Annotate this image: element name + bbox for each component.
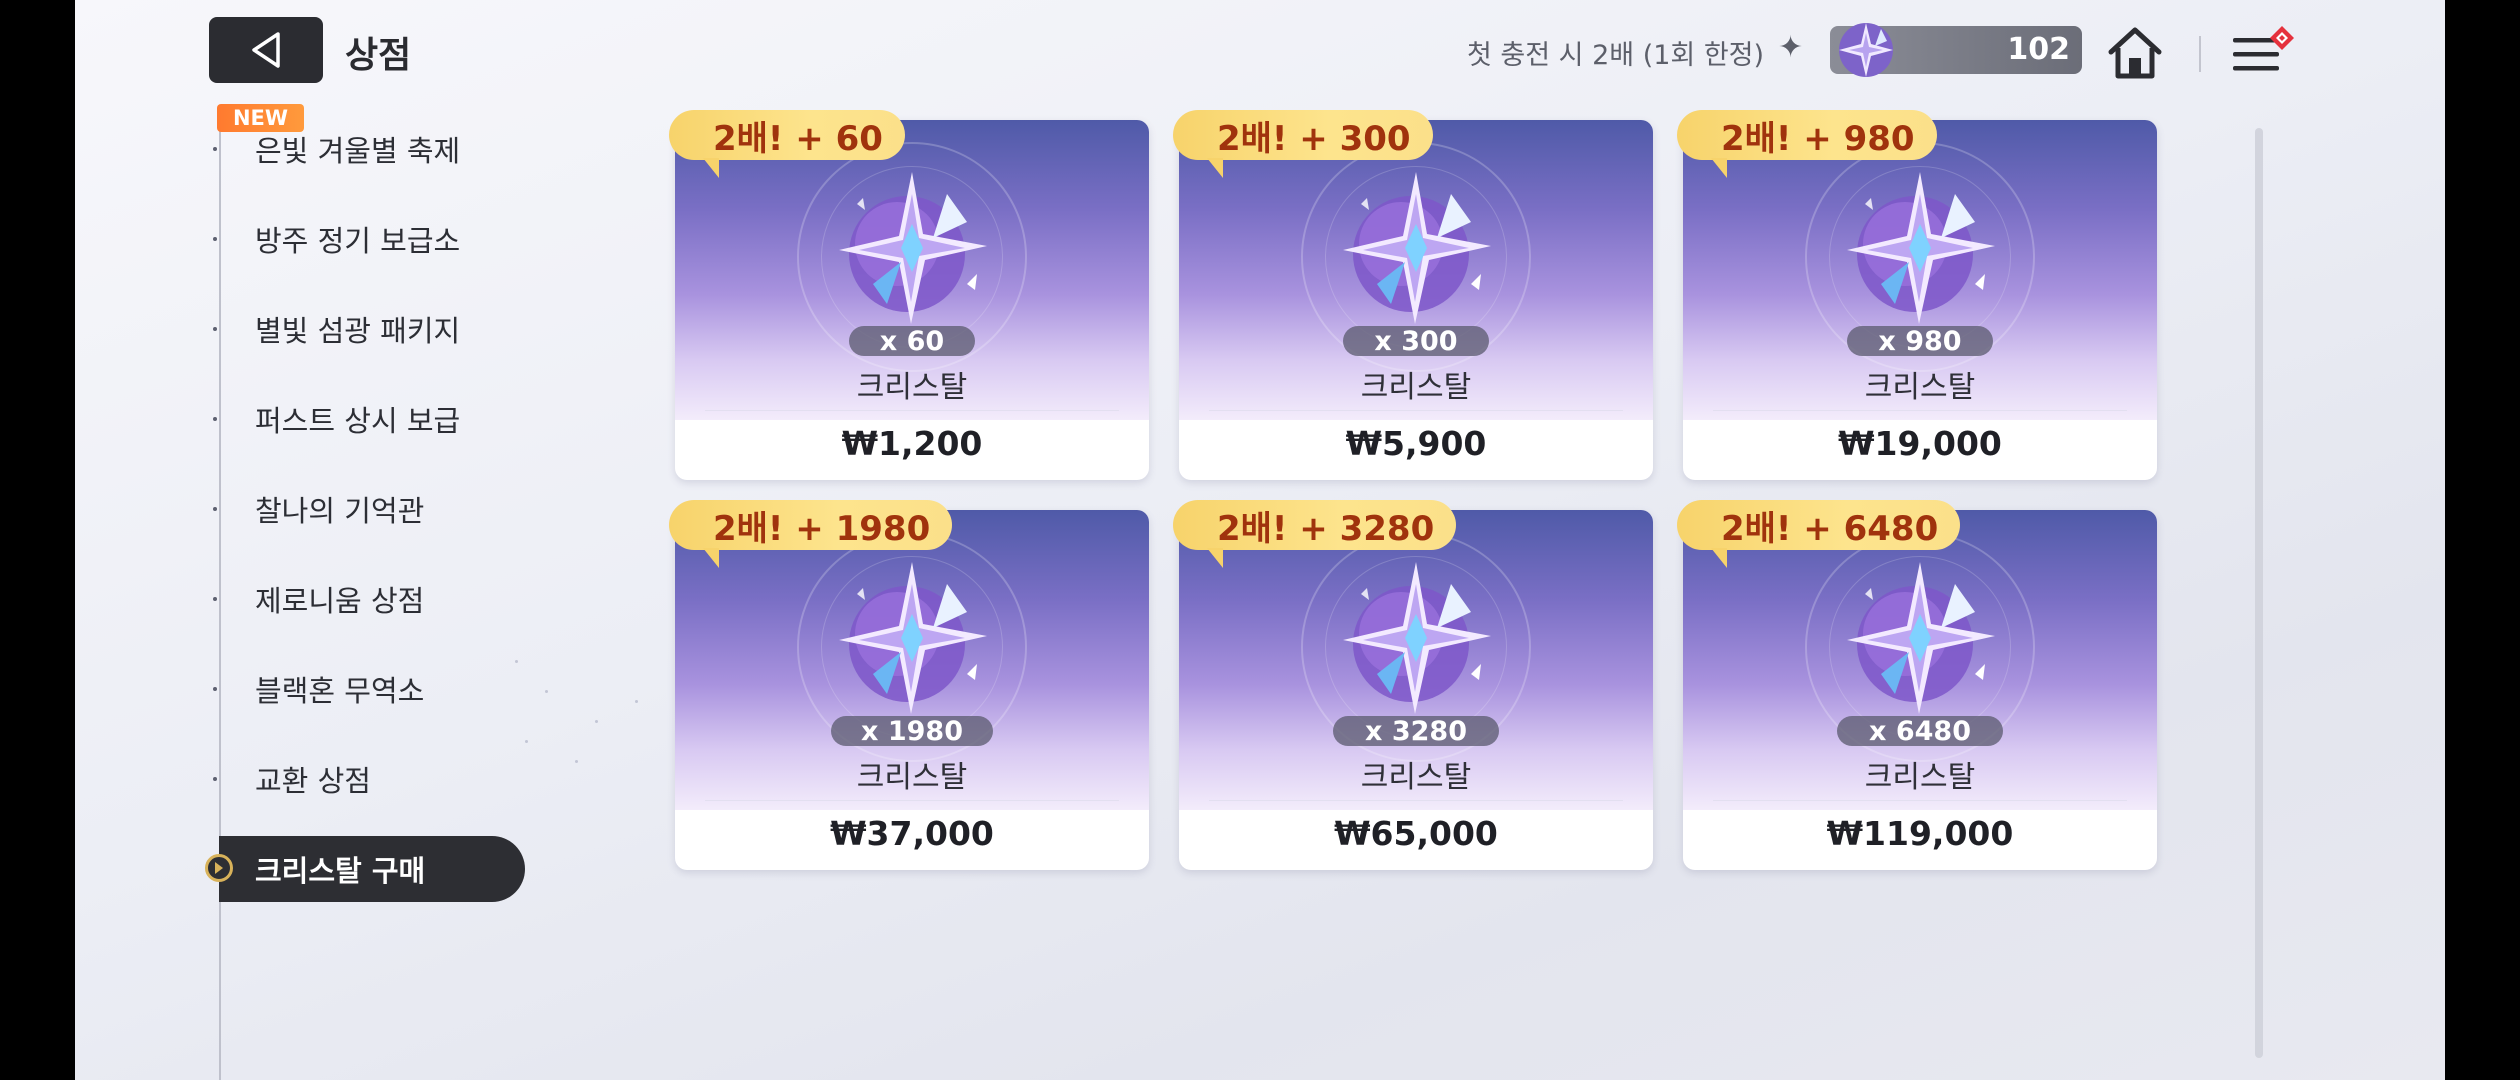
menu-icon[interactable] (2231, 26, 2297, 80)
home-icon[interactable] (2105, 24, 2165, 82)
active-indicator-icon (205, 854, 233, 882)
sidebar-bullet (213, 327, 217, 331)
card-divider (1713, 800, 2127, 801)
bonus-tag-tail (1711, 158, 1727, 178)
sidebar-bullet (213, 777, 217, 781)
crystal-icon (1343, 562, 1491, 714)
sidebar-item-label: 블랙혼 무역소 (255, 674, 425, 708)
item-name: 크리스탈 (856, 370, 968, 405)
sidebar-item-label: 제로니움 상점 (255, 584, 425, 618)
price-label: ₩65,000 (1334, 814, 1498, 853)
sidebar-item-starlight-package[interactable]: 별빛 섬광 패키지 (213, 296, 519, 362)
sidebar-bullet (213, 417, 217, 421)
sidebar-bullet (213, 147, 217, 151)
sidebar-bullet (213, 597, 217, 601)
bonus-tag: 2배! + 60 (669, 110, 905, 160)
first-charge-promo-text: 첫 충전 시 2배 (1회 한정) (1467, 40, 1765, 71)
back-arrow-icon (252, 32, 280, 68)
sparkle-decoration (575, 760, 578, 763)
price-label: ₩1,200 (841, 424, 983, 463)
quantity-pill: x 6480 (1837, 716, 2003, 747)
price-label: ₩5,900 (1345, 424, 1487, 463)
quantity-pill: x 300 (1343, 326, 1489, 357)
sidebar-item-label: 은빛 겨울별 축제 (255, 134, 461, 168)
crystal-icon (1343, 172, 1491, 324)
bonus-tag: 2배! + 1980 (669, 500, 953, 550)
sidebar-item-zeronium-shop[interactable]: 제로니움 상점 (213, 566, 519, 632)
sidebar-item-winter-festival[interactable]: 은빛 겨울별 축제 (213, 116, 519, 182)
bonus-tag: 2배! + 300 (1173, 110, 1433, 160)
bonus-tag-tail (703, 548, 719, 568)
quantity-pill: x 1980 (831, 716, 993, 747)
sidebar-item-first-supply[interactable]: 퍼스트 상시 보급 (213, 386, 519, 452)
price-label: ₩37,000 (830, 814, 994, 853)
sidebar-item-label: 크리스탈 구매 (255, 854, 426, 888)
sidebar-bullet (213, 237, 217, 241)
crystal-icon (1847, 562, 1995, 714)
sparkle-decoration (595, 720, 598, 723)
crystal-currency-icon (1839, 23, 1893, 77)
price-label: ₩119,000 (1826, 814, 2014, 853)
crystal-balance-value: 102 (2007, 32, 2070, 67)
bonus-tag-tail (1207, 158, 1223, 178)
notification-diamond-icon (2270, 26, 2294, 50)
sidebar-item-label: 퍼스트 상시 보급 (255, 404, 461, 438)
sparkle-decoration (545, 690, 548, 693)
card-divider (705, 410, 1119, 411)
product-card[interactable]: x 1980 크리스탈 ₩37,000 (675, 510, 1149, 870)
sidebar-bullet (213, 687, 217, 691)
item-name: 크리스탈 (856, 760, 968, 795)
item-name: 크리스탈 (1864, 760, 1976, 795)
sparkle-decoration (525, 740, 528, 743)
product-card[interactable]: x 300 크리스탈 ₩5,900 (1179, 120, 1653, 480)
sidebar-item-label: 별빛 섬광 패키지 (255, 314, 461, 348)
crystal-icon (839, 172, 987, 324)
bonus-tag-tail (1207, 548, 1223, 568)
sidebar-item-exchange-shop[interactable]: 교환 상점 (213, 746, 519, 812)
card-divider (1209, 800, 1623, 801)
product-card[interactable]: x 60 크리스탈 ₩1,200 (675, 120, 1149, 480)
item-name: 크리스탈 (1360, 760, 1472, 795)
item-name: 크리스탈 (1864, 370, 1976, 405)
quantity-pill: x 60 (849, 326, 975, 357)
crystal-icon (839, 562, 987, 714)
shop-screen: 상점 첫 충전 시 2배 (1회 한정) ✦ 102 NEW 은빛 겨울별 축제… (75, 0, 2445, 1080)
crystal-icon (1847, 172, 1995, 324)
page-title: 상점 (345, 35, 412, 76)
sidebar-item-label: 방주 정기 보급소 (255, 224, 461, 258)
card-divider (1713, 410, 2127, 411)
product-card[interactable]: x 3280 크리스탈 ₩65,000 (1179, 510, 1653, 870)
bonus-tag: 2배! + 6480 (1677, 500, 1961, 550)
card-divider (1209, 410, 1623, 411)
price-label: ₩19,000 (1838, 424, 2002, 463)
sidebar-item-label: 찰나의 기억관 (255, 494, 425, 528)
back-button[interactable] (209, 17, 323, 83)
sidebar-bullet (213, 507, 217, 511)
product-card[interactable]: x 980 크리스탈 ₩19,000 (1683, 120, 2157, 480)
bonus-tag-tail (703, 158, 719, 178)
sidebar-item-ark-supply[interactable]: 방주 정기 보급소 (213, 206, 519, 272)
product-card[interactable]: x 6480 크리스탈 ₩119,000 (1683, 510, 2157, 870)
sidebar-item-blackhorn-trade[interactable]: 블랙혼 무역소 (213, 656, 519, 722)
scrollbar[interactable] (2255, 128, 2263, 1058)
item-name: 크리스탈 (1360, 370, 1472, 405)
sidebar-item-crystal-purchase[interactable]: 크리스탈 구매 (205, 836, 525, 902)
sidebar-item-memory-hall[interactable]: 찰나의 기억관 (213, 476, 519, 542)
sparkle-decoration (635, 700, 638, 703)
bonus-tag: 2배! + 3280 (1173, 500, 1457, 550)
bonus-tag: 2배! + 980 (1677, 110, 1937, 160)
quantity-pill: x 980 (1847, 326, 1993, 357)
header-divider (2199, 36, 2201, 72)
sparkle-icon: ✦ (1778, 30, 1804, 65)
bonus-tag-tail (1711, 548, 1727, 568)
card-divider (705, 800, 1119, 801)
sidebar-item-label: 교환 상점 (255, 764, 371, 798)
quantity-pill: x 3280 (1333, 716, 1499, 747)
